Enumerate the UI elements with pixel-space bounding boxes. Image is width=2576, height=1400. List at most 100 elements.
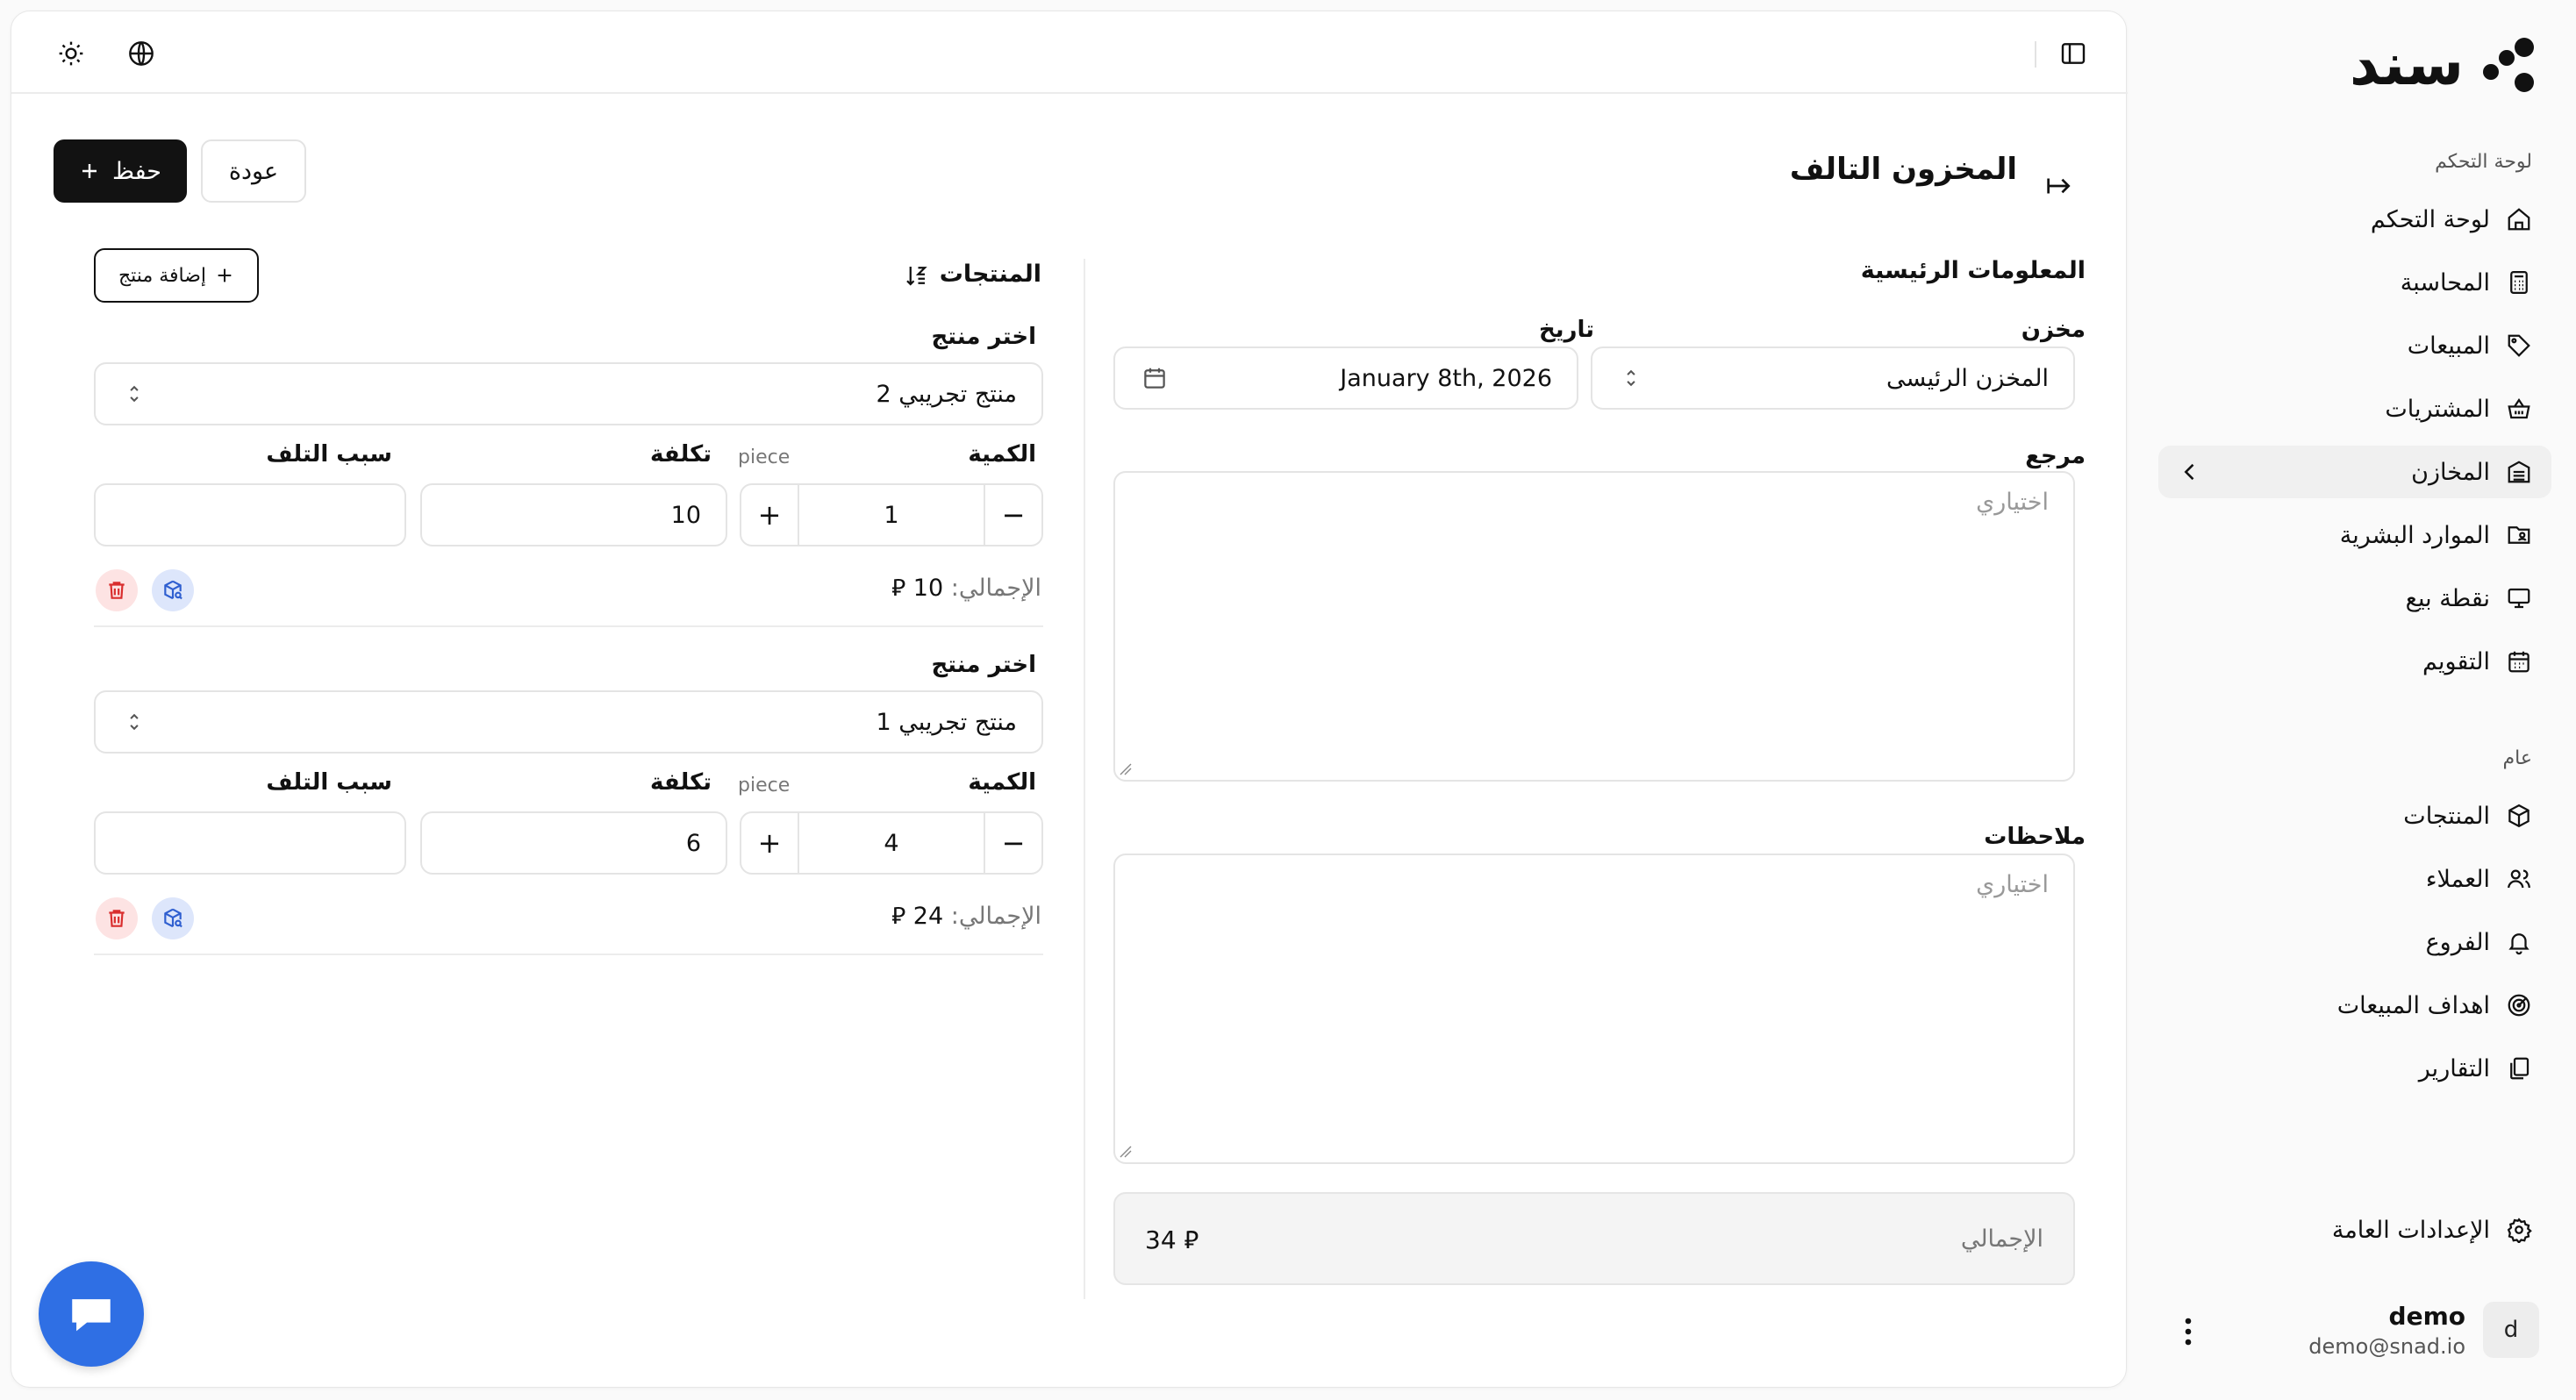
select-chevrons-icon: [1627, 369, 1635, 387]
reason-input[interactable]: [94, 811, 406, 875]
reason-label: سبب التلف: [266, 441, 392, 468]
back-arrow-icon[interactable]: [2045, 173, 2075, 199]
increment-button[interactable]: +: [741, 485, 798, 545]
sidebar-item-sales[interactable]: المبيعات: [2158, 319, 2551, 372]
product-select-value: منتج تجريبي 2: [876, 380, 1017, 408]
unit-label: piece: [738, 446, 791, 468]
more-vertical-icon[interactable]: [2178, 1316, 2199, 1347]
sort-icon[interactable]: [903, 262, 929, 289]
line-total: الإجمالي: 24 ⃁: [891, 901, 1041, 931]
warehouse-select-value: المخزن الرئيسى: [1886, 364, 2049, 392]
reason-input[interactable]: [94, 483, 406, 546]
sidebar-item-label: نقطة بيع: [2405, 584, 2490, 612]
save-button-label: حفظ: [112, 157, 161, 185]
line-total-value: 24 ⃁: [891, 903, 944, 930]
reference-label: مرجع: [2025, 443, 2086, 469]
decrement-button[interactable]: −: [985, 813, 1041, 873]
user-profile[interactable]: d demo demo@snad.io: [2158, 1286, 2551, 1374]
cost-value: 10: [670, 501, 701, 529]
language-globe-icon[interactable]: [125, 38, 157, 69]
line-divider: [94, 625, 1043, 627]
sidebar-item-accounting[interactable]: المحاسبة: [2158, 256, 2551, 309]
target-icon: [2506, 992, 2532, 1018]
sidebar-item-hr[interactable]: الموارد البشرية: [2158, 509, 2551, 561]
warehouse-select[interactable]: المخزن الرئيسى: [1591, 346, 2075, 410]
grand-total-label: الإجمالي: [1960, 1225, 2043, 1253]
avatar: d: [2483, 1302, 2539, 1358]
sidebar-item-label: المنتجات: [2403, 802, 2490, 830]
notes-label: ملاحظات: [1984, 824, 2086, 850]
stock-info-button[interactable]: [152, 569, 194, 611]
resize-grip-icon[interactable]: [1119, 762, 1133, 776]
back-button[interactable]: عودة: [201, 139, 306, 203]
resize-grip-icon[interactable]: [1119, 1145, 1133, 1159]
box-icon: [2506, 803, 2532, 829]
brand-logo[interactable]: سند: [2350, 33, 2534, 96]
warehouse-icon: [2506, 459, 2532, 485]
line-total-label: الإجمالي:: [950, 575, 1041, 602]
cost-label: تكلفة: [650, 441, 712, 468]
user-name: demo: [2388, 1301, 2465, 1331]
chat-support-button[interactable]: [39, 1261, 144, 1367]
stock-info-button[interactable]: [152, 897, 194, 939]
sidebar-item-label: الموارد البشرية: [2339, 521, 2490, 549]
qty-label: الكمية: [968, 441, 1036, 468]
sidebar-item-label: الفروع: [2425, 928, 2490, 956]
increment-button[interactable]: +: [741, 813, 798, 873]
sidebar-item-purchases[interactable]: المشتريات: [2158, 382, 2551, 435]
quantity-stepper[interactable]: + 4 −: [740, 811, 1043, 875]
user-email: demo@snad.io: [2308, 1333, 2465, 1359]
sidebar-item-label: المشتريات: [2385, 395, 2490, 423]
cost-label: تكلفة: [650, 769, 712, 796]
copy-icon: [2506, 1055, 2532, 1082]
sidebar-item-reports[interactable]: التقارير: [2158, 1042, 2551, 1095]
sidebar-item-calendar[interactable]: التقويم: [2158, 635, 2551, 688]
quantity-stepper[interactable]: + 1 −: [740, 483, 1043, 546]
cost-value: 6: [685, 829, 701, 857]
sidebar-toggle-icon[interactable]: [2057, 38, 2089, 69]
line-divider: [94, 954, 1043, 955]
warehouse-label: مخزن: [2021, 317, 2086, 343]
qty-label: الكمية: [968, 769, 1036, 796]
sidebar-item-warehouses[interactable]: المخازن: [2158, 446, 2551, 498]
sidebar-item-label: اهداف المبيعات: [2336, 991, 2490, 1019]
quantity-value[interactable]: 1: [798, 485, 985, 545]
sidebar-item-label: التقويم: [2422, 647, 2490, 675]
add-product-label: إضافة منتج: [118, 264, 207, 287]
save-button[interactable]: حفظ: [54, 139, 187, 203]
sidebar-item-sales-goals[interactable]: اهداف المبيعات: [2158, 979, 2551, 1032]
date-picker-value: January 8th, 2026: [1340, 364, 1552, 392]
line-total-label: الإجمالي:: [950, 903, 1041, 930]
hr-icon: [2506, 522, 2532, 548]
quantity-value[interactable]: 4: [798, 813, 985, 873]
notes-textarea[interactable]: اختياري: [1113, 854, 2075, 1164]
sidebar-item-pos[interactable]: نقطة بيع: [2158, 572, 2551, 625]
sidebar-item-branches[interactable]: الفروع: [2158, 916, 2551, 968]
column-divider: [1084, 259, 1085, 1299]
sidebar-item-products[interactable]: المنتجات: [2158, 789, 2551, 842]
back-button-label: عودة: [228, 157, 279, 185]
cost-input[interactable]: 10: [420, 483, 727, 546]
sidebar-item-customers[interactable]: العملاء: [2158, 853, 2551, 905]
decrement-button[interactable]: −: [985, 485, 1041, 545]
sidebar-item-settings[interactable]: الإعدادات العامة: [2158, 1204, 2551, 1256]
trash-icon: [109, 582, 125, 599]
box-search-icon: [164, 908, 182, 928]
nav-group-main-label: لوحة التحكم: [2435, 151, 2532, 173]
main-card: المخزون التالف حفظ عودة المعلومات الرئيس…: [11, 11, 2128, 1388]
delete-line-button[interactable]: [96, 897, 138, 939]
product-select[interactable]: منتج تجريبي 2: [94, 362, 1043, 425]
reference-textarea[interactable]: اختياري: [1113, 471, 2075, 782]
reason-label: سبب التلف: [266, 769, 392, 796]
sidebar-item-label: المخازن: [2411, 458, 2490, 486]
delete-line-button[interactable]: [96, 569, 138, 611]
products-title: المنتجات: [939, 261, 1041, 288]
grand-total-box: الإجمالي 34 ⃁: [1113, 1192, 2075, 1285]
add-product-button[interactable]: إضافة منتج: [94, 248, 259, 303]
sidebar-item-label: المبيعات: [2407, 332, 2490, 360]
product-select[interactable]: منتج تجريبي 1: [94, 690, 1043, 754]
sidebar-item-dashboard[interactable]: لوحة التحكم: [2158, 193, 2551, 246]
theme-toggle-sun-icon[interactable]: [55, 38, 87, 69]
date-picker[interactable]: January 8th, 2026: [1113, 346, 1578, 410]
cost-input[interactable]: 6: [420, 811, 727, 875]
